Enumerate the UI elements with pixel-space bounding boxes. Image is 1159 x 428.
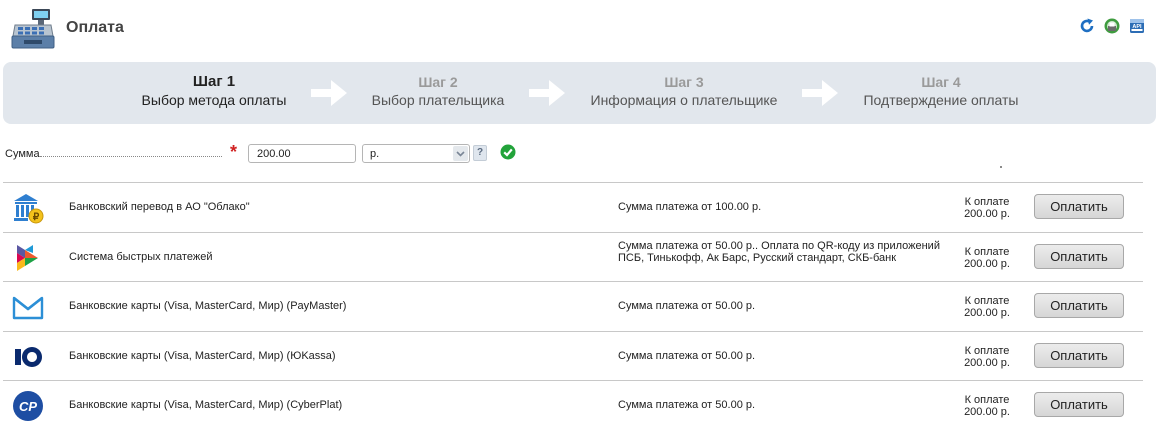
payment-method-row: Банковские карты (Visa, MasterCard, Мир)… <box>3 282 1143 332</box>
svg-text:₽: ₽ <box>33 212 40 223</box>
payment-method-name: Система быстрых платежей <box>69 250 213 263</box>
header-tools: API <box>1079 18 1145 34</box>
amount-row: Сумма * р. ? <box>0 142 1159 166</box>
step-arrow-icon <box>529 80 565 106</box>
amount-input[interactable] <box>248 144 356 163</box>
step-arrow-icon <box>311 80 347 106</box>
svg-text:CP: CP <box>19 399 37 414</box>
pay-button[interactable]: Оплатить <box>1034 342 1124 368</box>
pay-button[interactable]: Оплатить <box>1034 293 1124 319</box>
step-number: Шаг 4 <box>921 74 961 90</box>
payment-method-description: Сумма платежа от 50.00 р. <box>618 349 756 362</box>
payment-method-description: Сумма платежа от 100.00 р. <box>618 201 762 213</box>
help-button[interactable]: ? <box>473 145 487 161</box>
payment-method-name: Банковский перевод в АО "Облако" <box>69 201 250 213</box>
yookassa-icon <box>15 346 42 367</box>
currency-select[interactable]: р. <box>362 144 470 163</box>
page-header: Оплата API <box>0 0 1159 56</box>
currency-value: р. <box>370 148 380 160</box>
refresh-icon[interactable] <box>1079 18 1095 34</box>
print-icon[interactable] <box>1104 18 1120 34</box>
dotted-leader <box>40 156 222 157</box>
payment-method-row: Система быстрых платежей Сумма платежа о… <box>3 233 1143 283</box>
step-1: Шаг 1 Выбор метода оплаты <box>119 73 309 109</box>
step-number: Шаг 3 <box>664 74 704 90</box>
chevron-down-icon <box>453 146 468 161</box>
step-4: Шаг 4 Подтверждение оплаты <box>845 73 1037 109</box>
amount-to-pay: К оплате 200.00 р. <box>964 295 1010 320</box>
pay-button[interactable]: Оплатить <box>1034 392 1124 418</box>
step-3: Шаг 3 Информация о плательщике <box>573 73 795 109</box>
step-label: Подтверждение оплаты <box>863 92 1019 108</box>
steps-bar: Шаг 1 Выбор метода оплаты Шаг 2 Выбор пл… <box>3 62 1156 124</box>
sbp-icon <box>17 244 38 271</box>
api-icon[interactable]: API <box>1129 18 1145 34</box>
page-title: Оплата <box>66 19 124 36</box>
payment-method-description: Сумма платежа от 50.00 р. <box>618 399 756 412</box>
payment-method-description: Сумма платежа от 50.00 р. <box>618 300 756 313</box>
payment-method-name: Банковские карты (Visa, MasterCard, Мир)… <box>69 300 347 313</box>
payment-methods-list: ₽ Банковский перевод в АО "Облако" Сумма… <box>3 182 1143 428</box>
step-label: Выбор плательщика <box>371 92 505 108</box>
step-2: Шаг 2 Выбор плательщика <box>351 73 525 109</box>
pay-button[interactable]: Оплатить <box>1034 243 1124 269</box>
bank-transfer-icon: ₽ <box>14 194 44 224</box>
amount-label: Сумма <box>5 148 40 160</box>
amount-to-pay: К оплате 200.00 р. <box>964 245 1010 270</box>
payment-method-name: Банковские карты (Visa, MasterCard, Мир)… <box>69 349 336 362</box>
step-number: Шаг 2 <box>418 74 458 90</box>
amount-to-pay: К оплате 200.00 р. <box>964 196 1010 220</box>
svg-text:API: API <box>1132 24 1142 30</box>
required-mark: * <box>230 142 238 162</box>
payment-method-name: Банковские карты (Visa, MasterCard, Мир)… <box>69 399 343 412</box>
payment-method-description: Сумма платежа от 50.00 р.. Оплата по QR-… <box>618 239 940 264</box>
paymaster-icon <box>12 296 44 320</box>
payment-method-row: ₽ Банковский перевод в АО "Облако" Сумма… <box>3 183 1143 233</box>
dot-mark <box>1000 166 1002 168</box>
payment-method-row: Банковские карты (Visa, MasterCard, Мир)… <box>3 332 1143 382</box>
step-number: Шаг 1 <box>192 73 236 90</box>
cash-register-icon <box>11 9 55 49</box>
pay-button[interactable]: Оплатить <box>1034 194 1124 219</box>
step-arrow-icon <box>802 80 838 106</box>
cyberplat-icon: CP <box>13 391 43 422</box>
step-label: Выбор метода оплаты <box>141 92 287 108</box>
check-ok-icon <box>500 144 516 160</box>
amount-to-pay: К оплате 200.00 р. <box>964 394 1010 419</box>
step-label: Информация о плательщике <box>590 92 778 108</box>
payment-method-row: CP Банковские карты (Visa, MasterCard, М… <box>3 381 1143 428</box>
amount-to-pay: К оплате 200.00 р. <box>964 344 1010 369</box>
